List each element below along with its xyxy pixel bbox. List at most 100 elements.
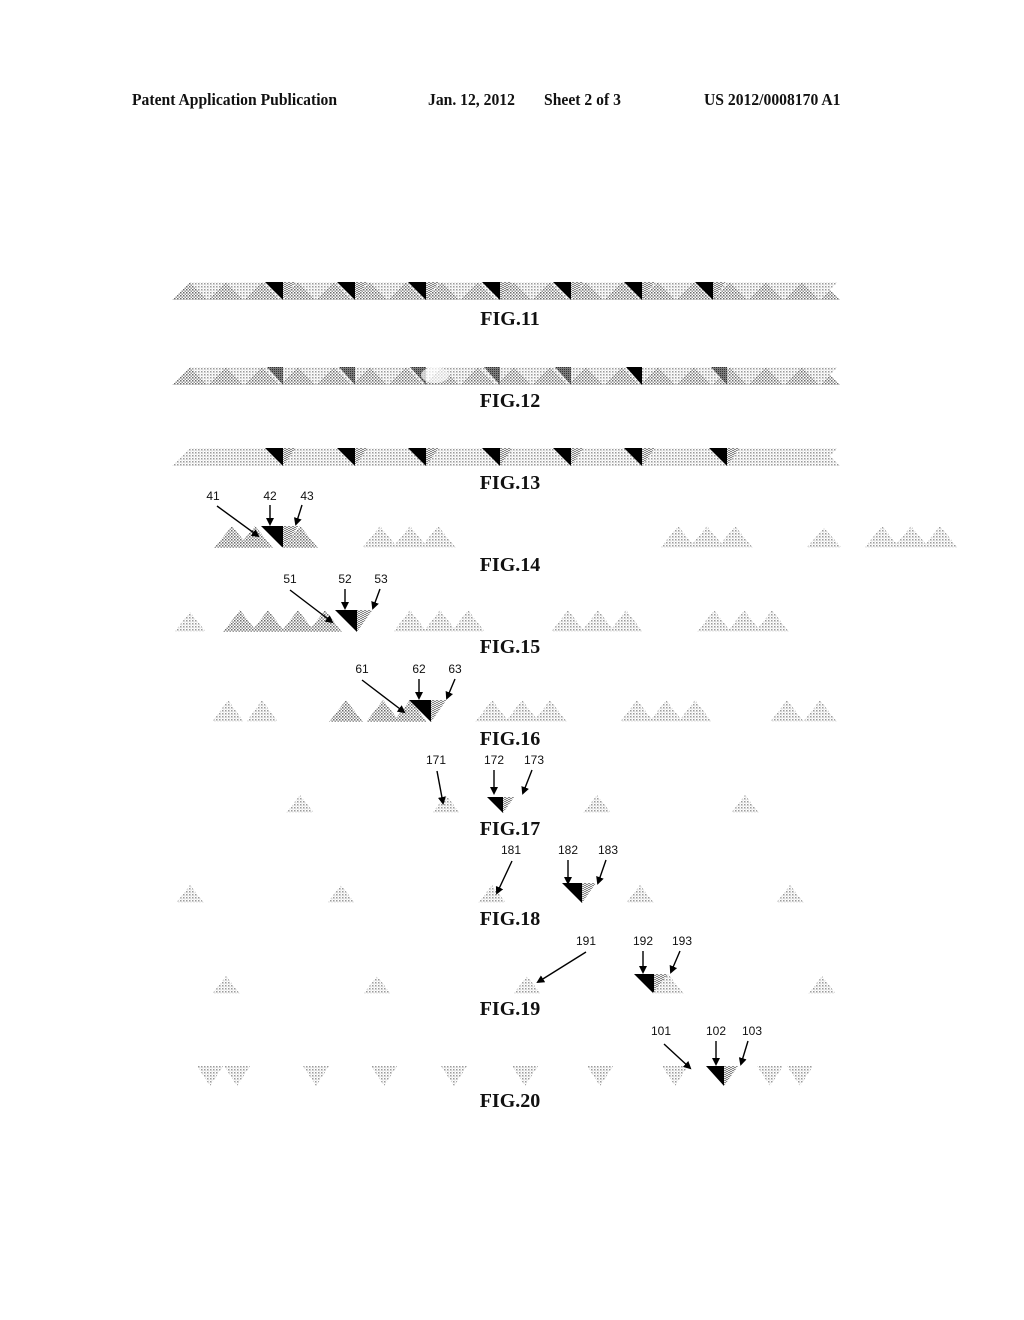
reference-arrow [669,950,681,974]
dithered-triangle [223,610,257,632]
reference-arrow [445,678,456,700]
fig15-caption: FIG.15 [479,636,541,658]
dithered-triangle [393,610,427,632]
dithered-triangle [251,610,285,632]
header-patent-number: US 2012/0008170 A1 [704,90,841,109]
dithered-triangle [697,610,731,632]
reference-arrow [495,860,513,895]
fig20-caption: FIG.20 [479,1090,541,1112]
inverted-triangle [303,1066,329,1086]
dithered-triangle [423,610,457,632]
dithered-triangle [392,526,428,548]
fig12-caption: FIG.12 [479,390,541,412]
dithered-triangle [806,528,842,548]
dithered-triangle [478,885,506,903]
dithered-triangle [864,526,900,548]
dithered-triangle [731,795,759,813]
dithered-triangle [776,885,804,903]
fig19-drawing [212,950,836,994]
reference-arrow [293,504,303,526]
dithered-triangle [583,795,611,813]
inverted-triangle [441,1066,467,1086]
dithered-triangle [893,526,929,548]
inverted-triangle [224,1066,250,1086]
fig19-caption: FIG.19 [479,998,541,1020]
reference-arrow [738,1040,749,1066]
fig11-caption: FIG.11 [480,308,540,330]
dithered-triangle [329,700,363,722]
dithered-triangle [363,976,391,994]
dithered-triangle [717,526,753,548]
dithered-triangle [174,612,206,632]
wavy-triangle [431,700,447,722]
dithered-triangle [660,526,696,548]
dithered-triangle [551,610,585,632]
fig17-drawing [286,769,759,813]
wavy-triangle [582,883,596,903]
dark-triangle [487,797,503,813]
dithered-triangle [432,795,460,813]
inverted-triangle [512,1066,538,1086]
dithered-triangle [420,526,456,548]
fig20-drawing [197,1040,813,1086]
header-publication: Patent Application Publication [132,90,338,109]
dark-triangle [562,883,582,903]
dithered-triangle [212,700,244,722]
dithered-triangle [770,700,804,722]
dithered-triangle [366,700,400,722]
fig13-caption: FIG.13 [479,472,541,494]
inverted-triangle [662,1066,688,1086]
fig17-caption: FIG.17 [479,818,541,840]
reference-arrow [536,951,587,984]
fig15-drawing [174,588,789,632]
reference-arrow [596,859,607,885]
highlight-spot [421,367,449,383]
fig18-drawing [176,859,804,903]
dithered-triangle [803,700,837,722]
fig12-drawing [172,367,840,385]
reference-arrow [663,1043,692,1070]
dithered-triangle [327,885,355,903]
reference-arrow [436,770,446,805]
dithered-triangle [286,795,314,813]
dark-triangle [634,974,654,994]
reference-arrow [371,588,381,610]
dithered-triangle [212,976,240,994]
dithered-triangle [649,700,683,722]
inverted-triangle [197,1066,223,1086]
reference-arrow [521,769,533,795]
wavy-triangle [503,797,515,813]
inverted-triangle [371,1066,397,1086]
wavy-triangle [724,1066,738,1086]
header-date: Jan. 12, 2012 [428,90,515,109]
fig16-caption: FIG.16 [479,728,541,750]
dithered-triangle [755,610,789,632]
dithered-triangle [626,885,654,903]
wavy-triangle [357,610,373,632]
dithered-triangle [808,976,836,994]
inverted-triangle [757,1066,783,1086]
fig14-drawing [214,504,958,548]
fig14-caption: FIG.14 [479,554,541,576]
dithered-triangle [922,526,958,548]
dithered-triangle [505,700,539,722]
dithered-triangle [513,976,541,994]
dithered-triangle [620,700,654,722]
dithered-triangle [475,700,509,722]
dithered-triangle [176,885,204,903]
dithered-triangle [533,700,567,722]
dithered-triangle [308,610,342,632]
dithered-triangle [451,610,485,632]
dithered-triangle [281,610,315,632]
dithered-triangle [678,700,712,722]
inverted-triangle [587,1066,613,1086]
dithered-triangle [609,610,643,632]
fig16-drawing [212,678,837,722]
dithered-triangle [727,610,761,632]
fig13-drawing [172,448,840,466]
fig18-caption: FIG.18 [479,908,541,930]
reference-arrow [216,505,260,538]
dithered-triangle [689,526,725,548]
header-sheet: Sheet 2 of 3 [544,90,621,109]
dithered-triangle [362,526,398,548]
